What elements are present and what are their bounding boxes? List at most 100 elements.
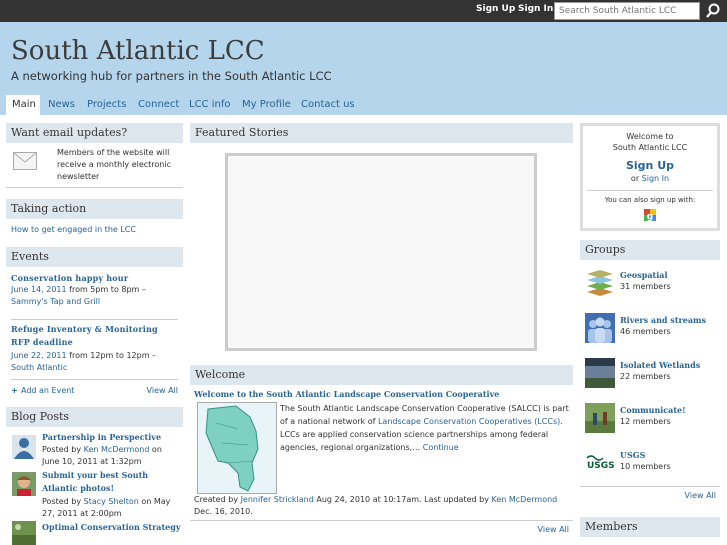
search-button[interactable]: [702, 2, 724, 20]
usgs-logo-text: USGS: [587, 461, 615, 471]
site-title[interactable]: South Atlantic LCC: [11, 36, 265, 66]
updater-link[interactable]: Ken McDermond: [491, 495, 557, 504]
event-item: Conservation happy hour June 14, 2011 fr…: [11, 273, 178, 320]
blog-post-title[interactable]: Submit your best South Atlantic photos!: [42, 469, 182, 495]
featured-stories-module: [190, 143, 573, 365]
add-icon: +: [11, 386, 18, 395]
updated-date: Dec. 16, 2010.: [194, 507, 253, 516]
tab-my-profile[interactable]: My Profile: [236, 95, 297, 115]
event-title[interactable]: Refuge Inventory & Monitoring RFP deadli…: [11, 323, 178, 349]
group-member-count: 22 members: [620, 372, 671, 381]
event-item: Refuge Inventory & Monitoring RFP deadli…: [11, 323, 178, 380]
person-photo-icon: [12, 472, 36, 496]
events-view-all-link[interactable]: View All: [147, 385, 178, 397]
wetland-photo-icon: [585, 358, 615, 388]
group-name[interactable]: USGS: [620, 450, 645, 460]
author-link[interactable]: Stacy Shelton: [84, 497, 139, 506]
group-name[interactable]: Isolated Wetlands: [620, 360, 700, 370]
members-heading: Members: [580, 517, 720, 537]
event-title[interactable]: Conservation happy hour: [11, 273, 178, 283]
region-map-image[interactable]: [197, 402, 277, 494]
welcome-heading: Welcome: [190, 365, 573, 385]
landscape-photo-icon: [12, 521, 36, 545]
google-icon: g: [644, 209, 656, 222]
add-event-link[interactable]: Add an Event: [21, 385, 74, 397]
blog-posts-list: Partnership in Perspective Posted by Ken…: [6, 427, 183, 545]
person-silhouette-icon: [14, 438, 34, 459]
envelope-icon: [13, 152, 37, 170]
blog-posts-heading: Blog Posts: [6, 407, 183, 427]
group-thumbnail[interactable]: [585, 403, 615, 433]
event-date[interactable]: June 22, 2011: [11, 351, 67, 360]
signin-box: Welcome to South Atlantic LCC Sign Up or…: [580, 123, 720, 231]
group-member-count: 12 members: [620, 417, 671, 426]
events-list: Conservation happy hour June 14, 2011 fr…: [6, 267, 183, 403]
group-member-count: 46 members: [620, 327, 671, 336]
site-tagline: A networking hub for partners in the Sou…: [11, 69, 332, 83]
event-date[interactable]: June 14, 2011: [11, 285, 67, 294]
featured-stories-heading: Featured Stories: [190, 123, 573, 143]
tab-connect[interactable]: Connect: [132, 95, 185, 115]
welcome-view-all-link[interactable]: View All: [538, 524, 569, 536]
group-member-count: 31 members: [620, 282, 671, 291]
geospatial-layers-icon: [585, 268, 615, 298]
event-time: from 5pm to 8pm –: [66, 285, 146, 294]
right-column: Welcome to South Atlantic LCC Sign Up or…: [580, 115, 720, 537]
svg-text:g: g: [647, 212, 653, 221]
left-column: Want email updates? Members of the websi…: [6, 115, 183, 545]
email-updates-text: Members of the website will receive a mo…: [57, 148, 171, 181]
tab-contact-us[interactable]: Contact us: [295, 95, 361, 115]
also-signup-label: You can also sign up with:: [604, 196, 696, 204]
search-input[interactable]: [554, 2, 700, 20]
welcome-article-link[interactable]: Welcome to the South Atlantic Landscape …: [194, 389, 499, 399]
tab-main[interactable]: Main: [6, 95, 40, 115]
post-thumbnail[interactable]: [12, 521, 36, 545]
group-thumbnail[interactable]: [585, 268, 615, 298]
get-engaged-link[interactable]: How to get engaged in the LCC: [11, 225, 136, 234]
south-atlantic-map-icon: [205, 405, 259, 492]
welcome-line2: South Atlantic LCC: [612, 143, 688, 152]
continue-link[interactable]: Continue: [423, 443, 459, 452]
site-header: South Atlantic LCC A networking hub for …: [0, 22, 727, 115]
created-by-label: Created by: [194, 495, 241, 504]
creator-link[interactable]: Jennifer Strickland: [241, 495, 314, 504]
email-updates-module: Members of the website will receive a mo…: [6, 143, 183, 187]
group-name[interactable]: Communicate!: [620, 405, 686, 415]
people-silhouettes-icon: [585, 313, 615, 343]
welcome-module: Welcome to the South Atlantic Landscape …: [190, 385, 573, 535]
usgs-logo-icon: USGS: [585, 448, 615, 472]
avatar[interactable]: [12, 435, 36, 459]
group-thumbnail[interactable]: [585, 358, 615, 388]
posted-by-label: Posted by: [42, 497, 84, 506]
group-member-count: 10 members: [620, 462, 671, 471]
signup-link[interactable]: Sign Up: [476, 4, 515, 14]
taking-action-heading: Taking action: [6, 199, 183, 219]
lcc-network-link[interactable]: Landscape Conservation Cooperatives (LCC…: [378, 417, 560, 426]
group-thumbnail[interactable]: USGS: [585, 448, 615, 472]
groups-view-all-link[interactable]: View All: [685, 490, 716, 502]
tab-news[interactable]: News: [42, 95, 81, 115]
group-thumbnail[interactable]: [585, 313, 615, 343]
email-updates-heading: Want email updates?: [6, 123, 183, 143]
groups-list: Geospatial 31 members Rivers and streams…: [580, 260, 720, 514]
posted-by-label: Posted by: [42, 445, 84, 454]
middle-column: Featured Stories Welcome Welcome to the …: [190, 115, 573, 535]
blog-post-title[interactable]: Optimal Conservation Strategy: [42, 522, 181, 532]
group-name[interactable]: Geospatial: [620, 270, 668, 280]
tab-projects[interactable]: Projects: [81, 95, 132, 115]
blog-post-title[interactable]: Partnership in Perspective: [42, 432, 161, 442]
google-signup-button[interactable]: g: [644, 209, 656, 222]
top-bar: Sign Up Sign In: [0, 0, 727, 22]
signin-link[interactable]: Sign In: [518, 4, 553, 14]
featured-slideshow[interactable]: [225, 153, 537, 351]
or-label: or: [630, 174, 642, 183]
author-link[interactable]: Ken McDermond: [84, 445, 150, 454]
event-place[interactable]: Sammy's Tap and Grill: [11, 297, 100, 306]
signin-box-link[interactable]: Sign In: [642, 174, 669, 183]
group-name[interactable]: Rivers and streams: [620, 315, 706, 325]
avatar[interactable]: [12, 472, 36, 496]
tab-lcc-info[interactable]: LCC info: [183, 95, 236, 115]
signup-button[interactable]: Sign Up: [583, 159, 717, 172]
event-place[interactable]: South Atlantic: [11, 363, 67, 372]
event-time: from 12pm to 12pm –: [66, 351, 157, 360]
